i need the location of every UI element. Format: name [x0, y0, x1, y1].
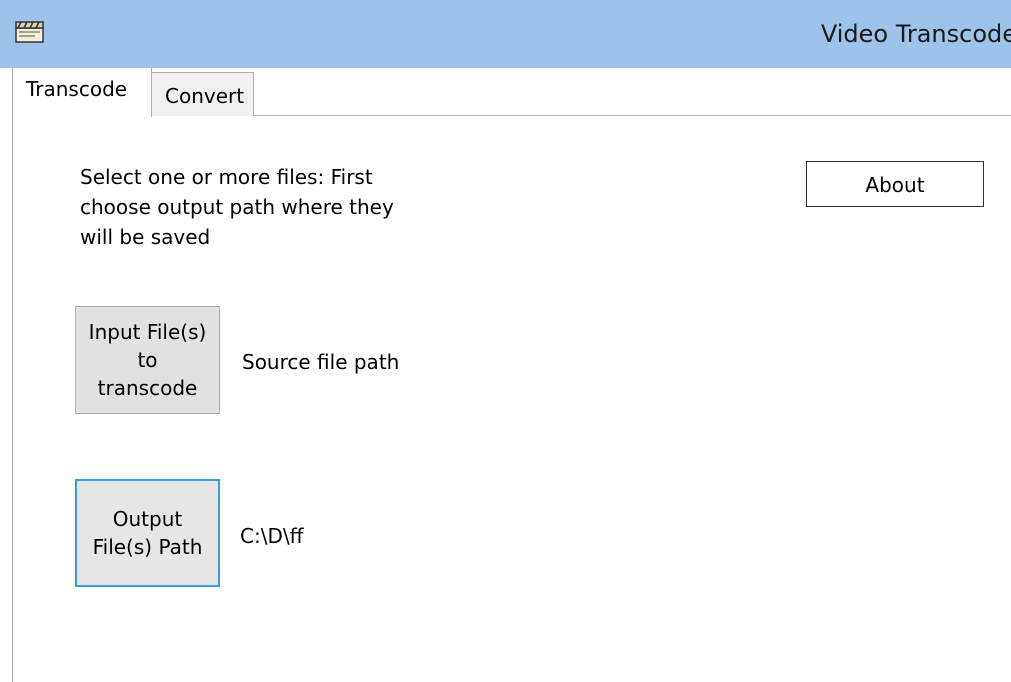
input-files-button-label: Input File(s) to transcode [88, 320, 207, 400]
tab-convert[interactable]: Convert [151, 72, 254, 116]
about-button[interactable]: About [806, 161, 984, 207]
window-title: Video Transcode [820, 20, 1011, 48]
input-files-button[interactable]: Input File(s) to transcode [75, 306, 220, 414]
title-bar[interactable]: Video Transcode [0, 0, 1011, 68]
output-path-button[interactable]: Output File(s) Path [75, 479, 220, 587]
app-window: Video Transcode Transcode Convert Select… [0, 0, 1011, 682]
clapperboard-icon[interactable] [13, 19, 47, 45]
instructions-text: Select one or more files: First choose o… [80, 165, 394, 249]
source-file-path: Source file path [242, 350, 400, 374]
output-file-path: C:\D\ff [240, 524, 304, 548]
tab-transcode[interactable]: Transcode [12, 68, 152, 117]
output-path-button-label: Output File(s) Path [92, 507, 203, 559]
